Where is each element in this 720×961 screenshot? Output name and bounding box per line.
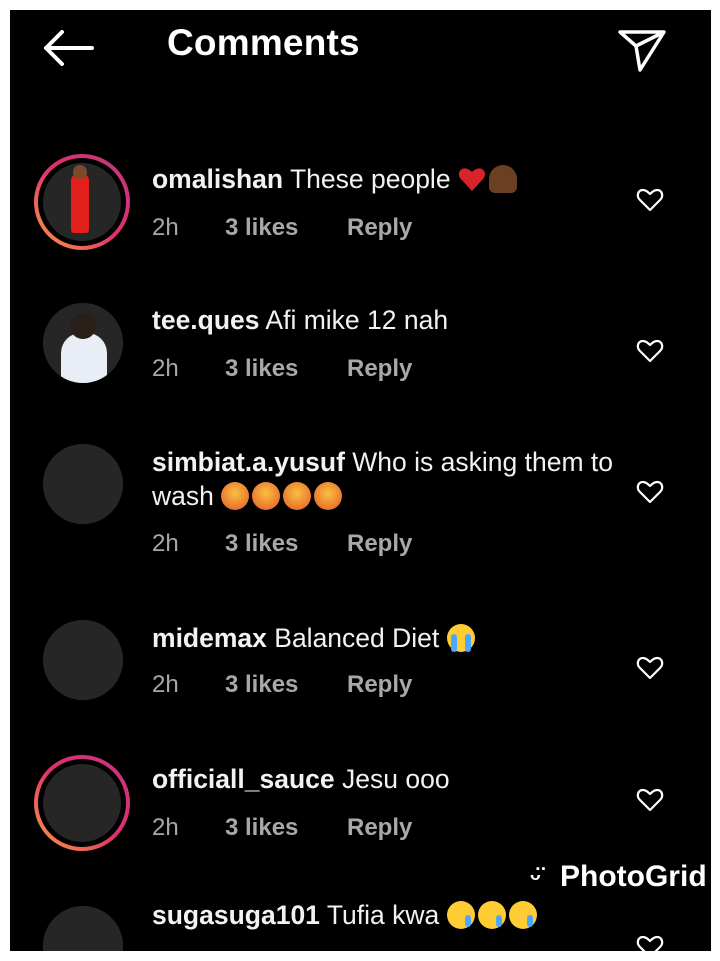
- comment-text-line: officiall_sauce Jesu ooo: [152, 762, 622, 796]
- comment-text-line: tee.ques Afi mike 12 nah: [152, 303, 622, 337]
- avatar[interactable]: [34, 154, 130, 250]
- likes-count[interactable]: 3 likes: [225, 530, 298, 558]
- sad-crying-face-emoji-icon: [446, 901, 475, 929]
- comment-body: Afi mike 12 nah: [265, 305, 449, 335]
- avatar[interactable]: [43, 444, 123, 524]
- comment-time: 2h: [152, 214, 179, 241]
- comment-username[interactable]: omalishan: [152, 164, 283, 194]
- heart-icon[interactable]: [636, 934, 664, 951]
- comment-time: 2h: [152, 671, 179, 698]
- sad-crying-face-emoji-icon: [508, 901, 537, 929]
- broken-heart-emoji-icon: [458, 165, 486, 193]
- comment-username[interactable]: midemax: [152, 623, 267, 653]
- comment-text-line: midemax Balanced Diet: [152, 621, 622, 655]
- angry-face-emoji-icon: [283, 482, 312, 510]
- comment-text-line: simbiat.a.yusuf Who is asking them to wa…: [152, 445, 622, 513]
- comments-screen: Comments omalishan These people 2h 3 lik…: [10, 10, 711, 951]
- sad-crying-face-emoji-icon: [477, 901, 506, 929]
- reply-button[interactable]: Reply: [347, 355, 412, 383]
- angry-face-emoji-icon: [252, 482, 281, 510]
- heart-icon[interactable]: [636, 338, 664, 364]
- comment-time: 2h: [152, 814, 179, 841]
- photogrid-logo-icon: ᵕ̈: [530, 862, 541, 892]
- angry-face-emoji-icon: [314, 482, 343, 510]
- likes-count[interactable]: 3 likes: [225, 355, 298, 383]
- avatar[interactable]: [34, 755, 130, 851]
- heart-icon[interactable]: [636, 187, 664, 213]
- likes-count[interactable]: 3 likes: [225, 214, 298, 242]
- header: Comments: [10, 10, 711, 82]
- watermark-text: PhotoGrid: [560, 860, 707, 893]
- comment-body: These people: [289, 164, 451, 194]
- likes-count[interactable]: 3 likes: [225, 671, 298, 699]
- comment-body: Balanced Diet: [274, 623, 440, 653]
- avatar[interactable]: [43, 906, 123, 951]
- facepalm-emoji-icon: [488, 165, 517, 193]
- comment-text-line: sugasuga101 Tufia kwa: [152, 898, 622, 932]
- angry-face-emoji-icon: [221, 482, 250, 510]
- page-title: Comments: [167, 22, 360, 63]
- comment-time: 2h: [152, 355, 179, 382]
- heart-icon[interactable]: [636, 655, 664, 681]
- comment-body: Tufia kwa: [326, 900, 440, 930]
- comment-username[interactable]: sugasuga101: [152, 900, 320, 930]
- reply-button[interactable]: Reply: [347, 671, 412, 699]
- comment-body: Jesu ooo: [342, 764, 450, 794]
- comment-username[interactable]: tee.ques: [152, 305, 260, 335]
- reply-button[interactable]: Reply: [347, 814, 412, 842]
- crying-face-emoji-icon: [446, 624, 475, 652]
- avatar[interactable]: [43, 620, 123, 700]
- likes-count[interactable]: 3 likes: [225, 814, 298, 842]
- heart-icon[interactable]: [636, 787, 664, 813]
- reply-button[interactable]: Reply: [347, 530, 412, 558]
- paper-plane-icon[interactable]: [614, 24, 668, 74]
- comment-username[interactable]: officiall_sauce: [152, 764, 335, 794]
- avatar[interactable]: [43, 303, 123, 383]
- photogrid-watermark: ᵕ̈ PhotoGrid: [530, 860, 707, 894]
- reply-button[interactable]: Reply: [347, 214, 412, 242]
- comment-username[interactable]: simbiat.a.yusuf: [152, 447, 345, 477]
- heart-icon[interactable]: [636, 479, 664, 505]
- comment-time: 2h: [152, 530, 179, 557]
- comment-text-line: omalishan These people: [152, 162, 622, 196]
- back-arrow-icon[interactable]: [40, 28, 96, 68]
